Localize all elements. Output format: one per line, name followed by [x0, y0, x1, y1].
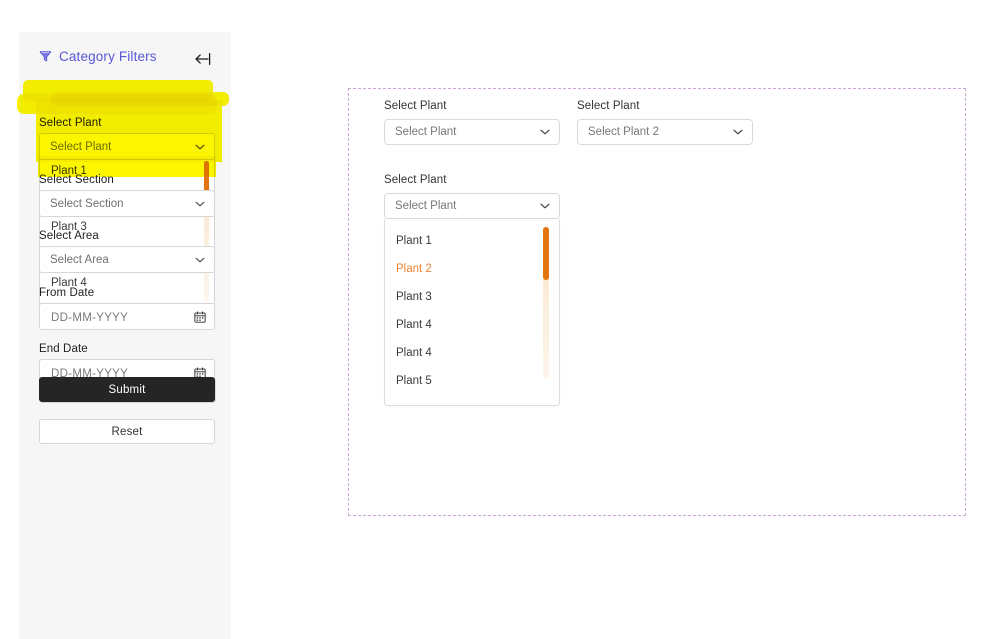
category-filters-sidebar: Category Filters Plant 1 Plant 3 Plant 4…: [17, 32, 231, 639]
field-group-plant-3: Select Plant Select Plant Plant 1 Plant …: [384, 174, 560, 406]
list-item[interactable]: Plant 1: [385, 227, 559, 255]
plant-dropdown-options-list[interactable]: Plant 1 Plant 2 Plant 3 Plant 4 Plant 4 …: [384, 219, 560, 406]
select-plant-value: Select Plant 2: [588, 126, 659, 138]
label-select-section: Select Section: [39, 174, 114, 186]
list-item[interactable]: Plant 3: [385, 283, 559, 311]
field-group-plant-2: Select Plant Select Plant 2: [577, 100, 753, 145]
label-select-plant: Select Plant: [384, 100, 447, 112]
main-content-panel: Select Plant Select Plant Select Plant S…: [348, 88, 966, 516]
submit-button[interactable]: Submit: [39, 377, 215, 402]
chevron-down-icon: [733, 129, 743, 135]
select-plant-value: Select Plant: [395, 200, 457, 212]
chevron-down-icon: [540, 129, 550, 135]
label-from-date: From Date: [39, 287, 95, 299]
select-plant-value: Select Plant: [395, 126, 457, 138]
select-plant-dropdown-1[interactable]: Select Plant: [384, 119, 560, 145]
label-select-plant: Select Plant: [39, 117, 102, 129]
select-area-dropdown[interactable]: Select Area: [39, 246, 215, 273]
sidebar-form: Plant 1 Plant 3 Plant 4 Select Plant Sel…: [19, 32, 231, 639]
list-item-selected[interactable]: Plant 2: [385, 255, 559, 283]
calendar-icon[interactable]: [194, 310, 206, 323]
from-date-input[interactable]: [49, 304, 183, 331]
field-group-plant-1: Select Plant Select Plant: [384, 100, 560, 145]
list-item[interactable]: Plant 4: [385, 311, 559, 339]
label-select-plant: Select Plant: [577, 100, 640, 112]
chevron-down-icon: [195, 144, 205, 149]
select-plant-dropdown-2[interactable]: Select Plant 2: [577, 119, 753, 145]
list-item[interactable]: Plant 4: [385, 339, 559, 367]
chevron-down-icon: [195, 201, 205, 206]
list-item[interactable]: Plant 5: [385, 367, 559, 395]
label-select-area: Select Area: [39, 230, 99, 242]
label-select-plant: Select Plant: [384, 174, 447, 186]
select-plant-value: Select Plant: [50, 140, 112, 153]
chevron-down-icon: [195, 257, 205, 262]
from-date-field[interactable]: [39, 303, 215, 331]
select-section-dropdown[interactable]: Select Section: [39, 190, 215, 217]
chevron-down-icon: [540, 203, 550, 209]
dropdown-scrollbar-thumb[interactable]: [543, 227, 549, 280]
select-plant-dropdown-3[interactable]: Select Plant: [384, 193, 560, 219]
reset-button[interactable]: Reset: [39, 419, 215, 444]
select-section-value: Select Section: [50, 197, 124, 210]
select-area-value: Select Area: [50, 253, 109, 266]
select-plant-dropdown[interactable]: Select Plant: [39, 133, 215, 160]
label-end-date: End Date: [39, 343, 88, 355]
